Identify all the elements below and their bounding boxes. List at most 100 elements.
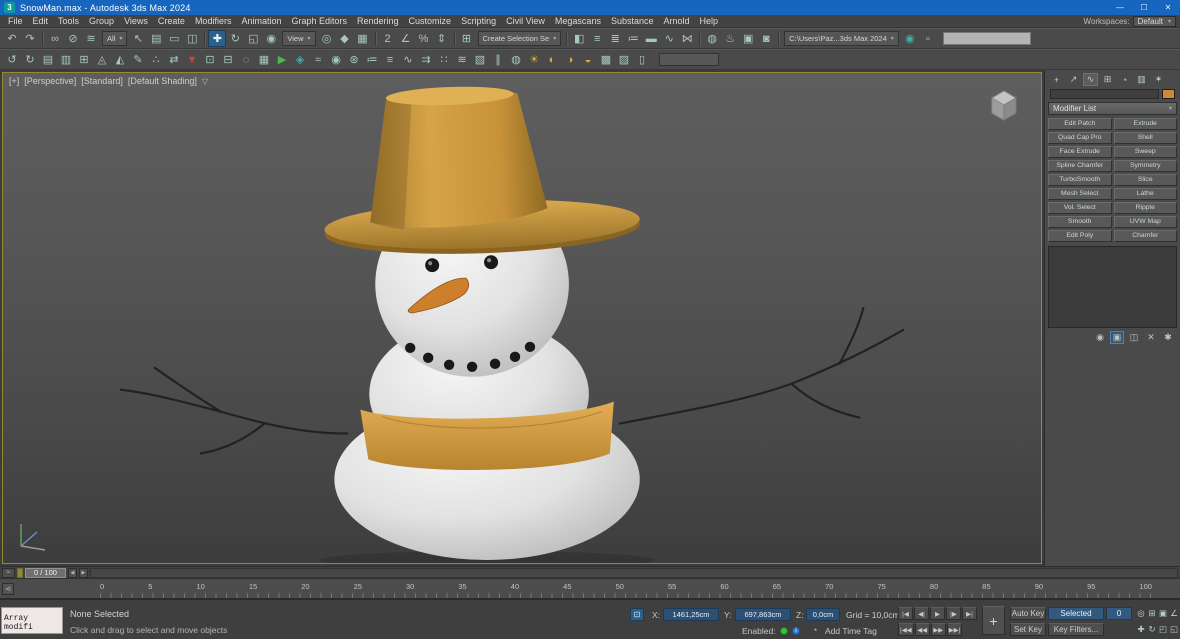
menu-item[interactable]: Tools (53, 16, 84, 26)
menu-item[interactable]: Edit (28, 16, 54, 26)
civil-view-icon[interactable]: ◌ (237, 51, 255, 68)
unlink-selection-icon[interactable]: ⊘ (64, 30, 82, 47)
cloth-icon[interactable]: ▧ (471, 51, 489, 68)
snowman-hat[interactable] (320, 81, 641, 259)
wire-parameters-icon[interactable]: ∿ (399, 51, 417, 68)
y-coordinate-field[interactable]: 697,863cm (735, 608, 791, 621)
plus-icon[interactable]: + (1049, 73, 1064, 86)
viewport-shading-menu[interactable]: [Default Shading] (128, 76, 197, 86)
menu-item[interactable]: Graph Editors (286, 16, 352, 26)
material-editor-icon[interactable]: ◍ (703, 30, 721, 47)
menu-item[interactable]: Rendering (352, 16, 404, 26)
environment-icon[interactable]: ◒ (579, 51, 597, 68)
remove-modifier-icon[interactable]: ✕ (1144, 331, 1158, 344)
show-end-result-icon[interactable]: ▣ (1110, 331, 1124, 344)
bind-to-space-warp-icon[interactable]: ≋ (82, 30, 100, 47)
secondary-toolbar-field[interactable] (659, 53, 719, 66)
selection-region-icon[interactable]: ▭ (165, 30, 183, 47)
zoom-extents-icon[interactable]: ▣ (1158, 607, 1168, 620)
workspace-dropdown[interactable]: Default ▾ (1133, 16, 1176, 27)
scene-explorer-icon[interactable]: ≣ (606, 30, 624, 47)
select-and-link-icon[interactable]: ∞ (46, 30, 64, 47)
menu-item[interactable]: Customize (404, 16, 457, 26)
edit-named-sets-icon[interactable]: ⊞ (458, 30, 476, 47)
play-icon[interactable]: ▶ (930, 607, 945, 620)
project-folder-dropdown[interactable]: C:\Users\Paz...3ds Max 2024 ▾ (784, 31, 899, 46)
set-key-button[interactable]: Set Key (1010, 623, 1046, 636)
pin-stack-icon[interactable]: ◉ (1093, 331, 1107, 344)
selection-lock-icon[interactable]: ⊡ (630, 608, 644, 621)
hair-icon[interactable]: ∥ (489, 51, 507, 68)
angle-snap-icon[interactable]: ∠ (397, 30, 415, 47)
snaps-toggle-icon[interactable]: 2 (379, 30, 397, 47)
field-of-view-icon[interactable]: ∠ (1169, 607, 1179, 620)
trackbar-toggle-icon[interactable]: ≈ (2, 568, 15, 578)
go-to-end-icon[interactable]: ▶| (962, 607, 977, 620)
layer-explorer-icon[interactable]: ≔ (624, 30, 642, 47)
object-color-swatch[interactable] (1162, 89, 1175, 99)
select-and-rotate-icon[interactable]: ↻ (226, 30, 244, 47)
modifier-button[interactable]: Symmetry (1114, 160, 1178, 172)
modifier-button[interactable]: TurboSmooth (1048, 174, 1112, 186)
modifier-button[interactable]: UVW Map (1114, 216, 1178, 228)
time-slider-marker[interactable] (17, 568, 23, 578)
select-object-icon[interactable]: ↖ (129, 30, 147, 47)
z-coordinate-field[interactable]: 0,0cm (806, 608, 840, 621)
rendered-frame-icon[interactable]: ▣ (739, 30, 757, 47)
step-back-icon[interactable]: ◀◀ (915, 623, 930, 636)
render-production-icon[interactable]: ◙ (757, 30, 775, 47)
arnold-icon[interactable]: ◉ (901, 30, 919, 47)
menu-item[interactable]: Scripting (456, 16, 501, 26)
measure-icon[interactable]: ⇄ (165, 51, 183, 68)
scene-3d[interactable] (3, 73, 1041, 563)
schematic-view-icon[interactable]: ⋈ (678, 30, 696, 47)
configure-sets-icon[interactable]: ✱ (1161, 331, 1175, 344)
set-keys-button[interactable]: + (982, 606, 1005, 635)
populate-idle-icon[interactable]: ◉ (327, 51, 345, 68)
light-lister-icon[interactable]: ◐ (543, 51, 561, 68)
zoom-icon[interactable]: ◎ (1136, 607, 1146, 620)
parameter-editor-icon[interactable]: ≔ (363, 51, 381, 68)
utilities-tab-icon[interactable]: ✶ (1151, 73, 1166, 86)
current-frame-field[interactable]: 0 (1106, 607, 1132, 620)
modifier-button[interactable]: Mesh Select (1048, 188, 1112, 200)
per-view-filter-icon[interactable]: ▽ (202, 77, 208, 86)
select-and-place-icon[interactable]: ◉ (262, 30, 280, 47)
viewport-pov-menu[interactable]: [Perspective] (24, 76, 76, 86)
snowman-left-arm[interactable] (121, 368, 348, 454)
modifier-button[interactable]: Extrude (1114, 118, 1178, 130)
pan-icon[interactable]: ✚ (1136, 623, 1146, 636)
script-editor-icon[interactable]: ▯ (633, 51, 651, 68)
massfx-icon[interactable]: ◍ (507, 51, 525, 68)
menu-item[interactable]: File (3, 16, 28, 26)
green-play-icon[interactable]: ▶ (273, 51, 291, 68)
menu-item[interactable]: Group (84, 16, 119, 26)
fluids-icon[interactable]: ≋ (453, 51, 471, 68)
viewport-layout-field[interactable] (943, 32, 1031, 45)
particle-view-icon[interactable]: ∷ (435, 51, 453, 68)
next-frame-icon[interactable]: |▶ (946, 607, 961, 620)
select-and-move-icon[interactable]: ✚ (208, 30, 226, 47)
mirror-icon[interactable]: ◧ (570, 30, 588, 47)
walkthrough-icon[interactable]: ◱ (1169, 623, 1179, 636)
track-bar[interactable]: ⊲ 05101520253035404550556065707580859095… (0, 578, 1180, 599)
freeform-icon[interactable]: ◭ (111, 51, 129, 68)
mcg-icon[interactable]: ⊛ (345, 51, 363, 68)
viewport-perspective[interactable]: [+] [Perspective] [Standard] [Default Sh… (0, 70, 1044, 566)
menu-item[interactable]: Help (695, 16, 724, 26)
window-crossing-icon[interactable]: ◫ (183, 30, 201, 47)
modifier-button[interactable]: Edit Poly (1048, 230, 1112, 242)
viewport-canvas[interactable]: [+] [Perspective] [Standard] [Default Sh… (2, 72, 1042, 564)
state-sets-icon[interactable]: ⊟ (219, 51, 237, 68)
previous-key-icon[interactable]: |◀◀ (898, 623, 914, 636)
viewport-standard-menu[interactable]: [Standard] (81, 76, 123, 86)
menu-item[interactable]: Animation (236, 16, 286, 26)
sun-light-icon[interactable]: ☀ (525, 51, 543, 68)
display-tab-icon[interactable]: ▥ (1134, 73, 1149, 86)
object-paint-icon[interactable]: ∴ (147, 51, 165, 68)
modifier-button[interactable]: Spline Chamfer (1048, 160, 1112, 172)
populate-flow-icon[interactable]: ≈ (309, 51, 327, 68)
time-slider-handle[interactable]: 0 / 100 (25, 568, 66, 578)
maxscript-mini-listener[interactable]: Array modifi (1, 607, 63, 634)
time-slider-track[interactable] (90, 568, 1178, 578)
